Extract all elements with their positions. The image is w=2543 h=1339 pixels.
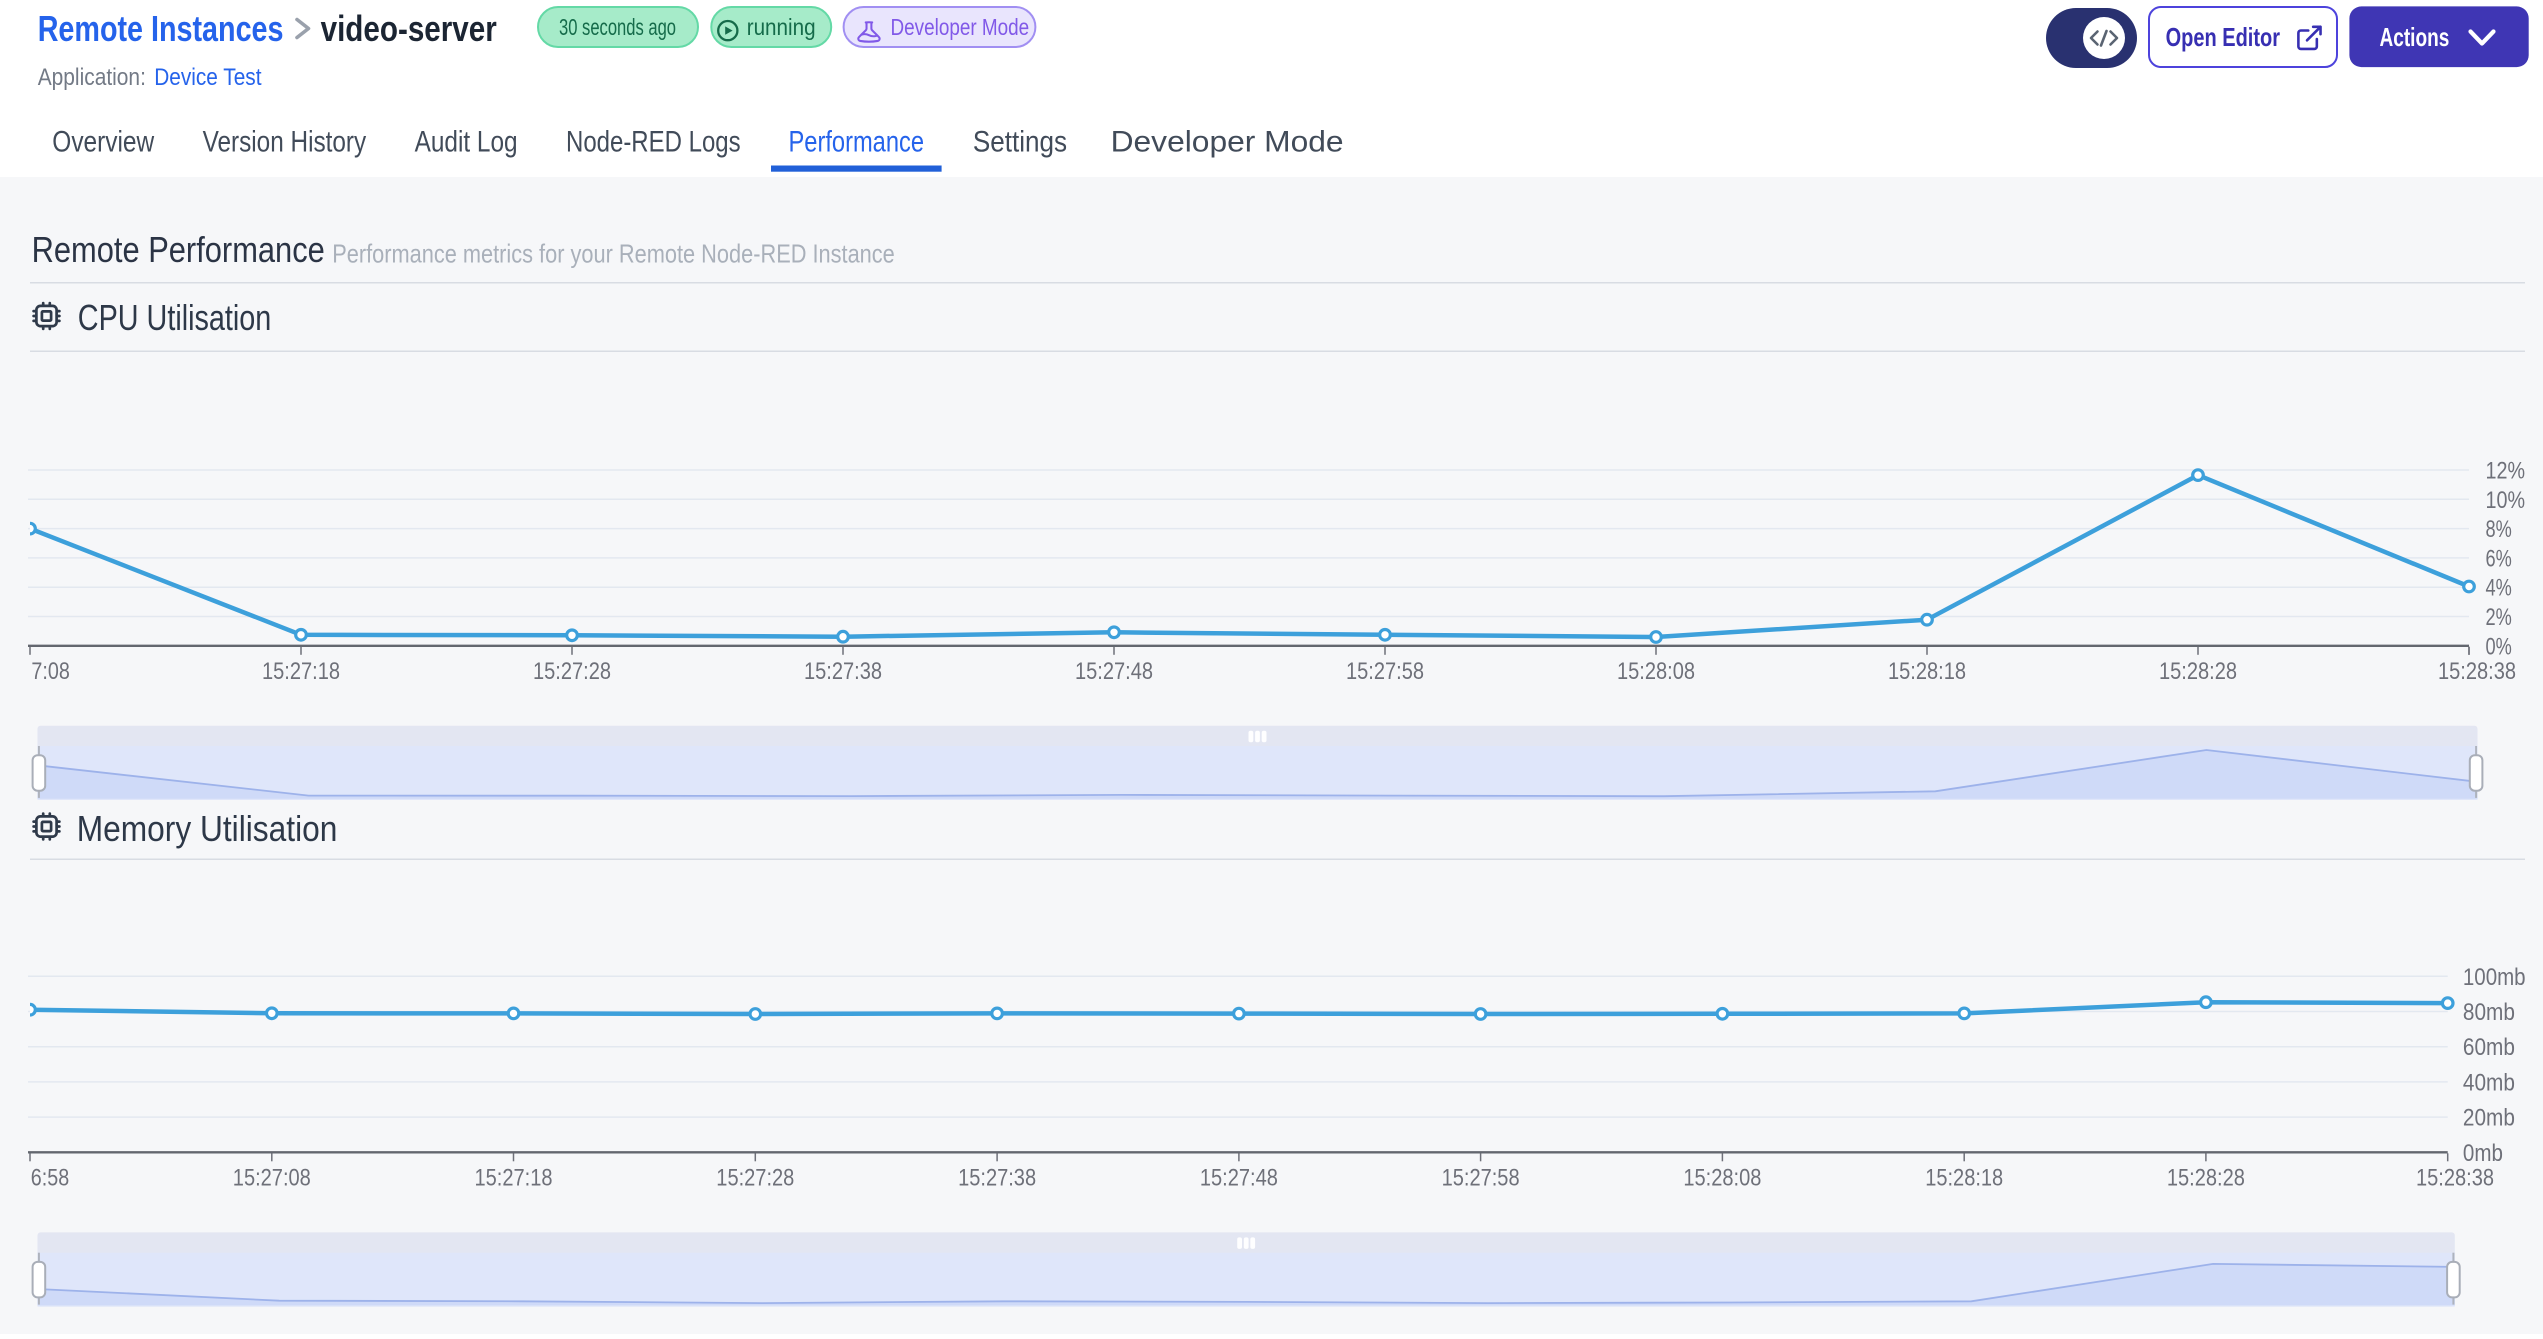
svg-text:15:27:58: 15:27:58	[1442, 1165, 1520, 1192]
svg-text:Memory Utilisation: Memory Utilisation	[77, 808, 338, 849]
svg-text:0mb: 0mb	[2463, 1140, 2503, 1167]
svg-text:Application:: Application:	[38, 64, 146, 91]
svg-text:6:58: 6:58	[31, 1165, 69, 1192]
svg-text:15:27:18: 15:27:18	[475, 1165, 553, 1192]
svg-text:15:27:48: 15:27:48	[1075, 658, 1153, 685]
svg-text:7:08: 7:08	[31, 658, 69, 685]
svg-text:40mb: 40mb	[2463, 1069, 2515, 1096]
svg-text:15:27:28: 15:27:28	[716, 1165, 794, 1192]
svg-text:15:27:48: 15:27:48	[1200, 1165, 1278, 1192]
svg-text:15:28:08: 15:28:08	[1683, 1165, 1761, 1192]
svg-text:Settings: Settings	[973, 126, 1067, 159]
svg-text:running: running	[747, 14, 816, 40]
svg-text:Developer Mode: Developer Mode	[891, 14, 1030, 40]
svg-text:Node-RED Logs: Node-RED Logs	[566, 126, 741, 159]
svg-text:Remote Performance: Remote Performance	[32, 229, 325, 270]
svg-text:4%: 4%	[2486, 575, 2512, 602]
svg-text:15:28:08: 15:28:08	[1617, 658, 1695, 685]
svg-text:15:27:28: 15:27:28	[533, 658, 611, 685]
svg-text:15:27:38: 15:27:38	[804, 658, 882, 685]
svg-text:15:28:18: 15:28:18	[1888, 658, 1966, 685]
svg-text:12%: 12%	[2486, 458, 2526, 485]
svg-text:2%: 2%	[2486, 604, 2512, 631]
svg-text:15:28:38: 15:28:38	[2438, 658, 2516, 685]
svg-text:30 seconds ago: 30 seconds ago	[559, 14, 676, 40]
svg-text:10%: 10%	[2486, 487, 2526, 514]
svg-text:Overview: Overview	[52, 126, 154, 159]
svg-text:Actions: Actions	[2380, 22, 2450, 52]
svg-text:Performance metrics for your R: Performance metrics for your Remote Node…	[332, 239, 895, 269]
svg-text:20mb: 20mb	[2463, 1105, 2515, 1132]
svg-text:Version History: Version History	[203, 126, 367, 159]
svg-text:60mb: 60mb	[2463, 1034, 2515, 1061]
svg-text:15:28:18: 15:28:18	[1925, 1165, 2003, 1192]
svg-text:15:28:28: 15:28:28	[2159, 658, 2237, 685]
svg-text:Developer Mode: Developer Mode	[1111, 126, 1344, 159]
svg-text:Open Editor: Open Editor	[2166, 22, 2280, 52]
svg-text:80mb: 80mb	[2463, 999, 2515, 1026]
svg-text:Remote Instances: Remote Instances	[38, 8, 284, 49]
svg-text:15:27:58: 15:27:58	[1346, 658, 1424, 685]
svg-text:15:27:18: 15:27:18	[262, 658, 340, 685]
svg-text:0%: 0%	[2486, 633, 2512, 660]
svg-text:Audit Log: Audit Log	[415, 126, 518, 159]
svg-text:video-server: video-server	[321, 8, 497, 49]
svg-text:8%: 8%	[2486, 516, 2512, 543]
svg-text:CPU Utilisation: CPU Utilisation	[78, 297, 271, 338]
svg-text:15:27:08: 15:27:08	[233, 1165, 311, 1192]
svg-text:6%: 6%	[2486, 545, 2512, 572]
svg-text:Performance: Performance	[789, 126, 925, 159]
svg-text:15:27:38: 15:27:38	[958, 1165, 1036, 1192]
svg-text:Device Test: Device Test	[154, 64, 262, 91]
svg-text:15:28:38: 15:28:38	[2416, 1165, 2494, 1192]
svg-text:100mb: 100mb	[2463, 964, 2526, 991]
svg-text:15:28:28: 15:28:28	[2167, 1165, 2245, 1192]
